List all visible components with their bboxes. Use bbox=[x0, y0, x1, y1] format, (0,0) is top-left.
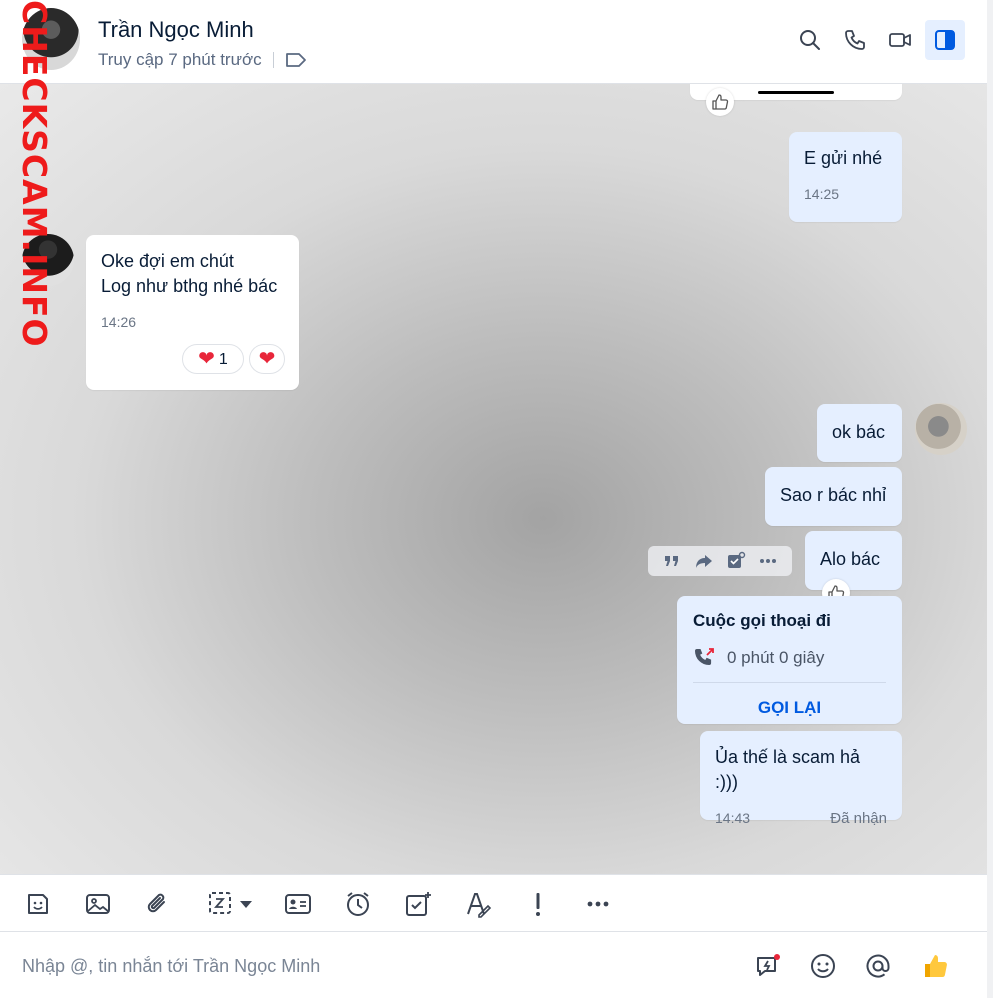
message-text: ok bác bbox=[832, 422, 886, 442]
heart-icon: ❤ bbox=[198, 348, 215, 370]
composer-toolbar bbox=[0, 874, 987, 932]
heart-icon: ❤ bbox=[258, 348, 276, 370]
add-heart-reaction-button[interactable]: ❤ bbox=[249, 344, 285, 374]
header-divider bbox=[273, 52, 274, 68]
mention-icon bbox=[866, 954, 890, 978]
message-bubble-mine[interactable]: ok bác bbox=[817, 404, 902, 462]
reminder-button[interactable] bbox=[341, 887, 375, 921]
message-text: Ủa thế là scam hả :))) bbox=[715, 747, 861, 792]
outgoing-call-icon bbox=[695, 647, 714, 665]
message-bubble-mine[interactable]: Ủa thế là scam hả :))) 14:43 Đã nhận bbox=[700, 731, 902, 827]
message-time: 14:43 bbox=[715, 810, 751, 826]
call-divider bbox=[693, 682, 886, 683]
sticker-icon bbox=[28, 894, 48, 914]
message-time: 14:26 bbox=[101, 314, 137, 330]
thumbs-up-outline-icon bbox=[712, 94, 729, 110]
text-format-button[interactable] bbox=[461, 887, 495, 921]
contact-name[interactable]: Trần Ngọc Minh bbox=[98, 17, 254, 43]
tag-icon[interactable] bbox=[285, 51, 307, 69]
task-button[interactable] bbox=[401, 887, 435, 921]
sidebar-toggle-icon bbox=[935, 30, 955, 50]
phone-icon bbox=[845, 30, 865, 50]
emoji-icon bbox=[811, 954, 835, 978]
message-time: 14:25 bbox=[804, 186, 840, 202]
call-log-bubble: Cuộc gọi thoại đi 0 phút 0 giây GỌI LẠI bbox=[677, 596, 902, 724]
composer bbox=[0, 932, 987, 998]
call-title: Cuộc gọi thoại đi bbox=[693, 611, 831, 630]
voice-call-button[interactable] bbox=[835, 20, 875, 60]
media-progress-line bbox=[758, 91, 834, 94]
more-options-icon[interactable] bbox=[758, 551, 778, 571]
window-edge bbox=[987, 0, 993, 998]
video-call-button[interactable] bbox=[880, 20, 920, 60]
attachment-button[interactable] bbox=[141, 887, 175, 921]
send-like-button[interactable] bbox=[920, 950, 952, 982]
text-format-icon bbox=[467, 893, 492, 918]
quick-message-icon bbox=[757, 954, 780, 976]
attachment-icon bbox=[147, 893, 165, 913]
screenshot-button[interactable] bbox=[201, 887, 259, 921]
conversation-info-toggle[interactable] bbox=[925, 20, 965, 60]
chevron-down-icon bbox=[240, 901, 252, 908]
mark-important-button[interactable] bbox=[521, 887, 555, 921]
forward-icon[interactable] bbox=[694, 551, 714, 571]
message-hover-toolbar bbox=[648, 546, 792, 576]
image-button[interactable] bbox=[81, 887, 115, 921]
message-text-line-2: Log như bthg nhé bác bbox=[101, 276, 278, 296]
reaction-summary[interactable]: ❤ 1 bbox=[182, 344, 244, 374]
watermark: CHECKSCAM.INFO bbox=[12, 0, 54, 348]
reminder-icon bbox=[347, 892, 369, 916]
reaction-count: 1 bbox=[218, 350, 228, 368]
message-bubble-mine[interactable]: Sao r bác nhỉ bbox=[765, 467, 902, 526]
message-list[interactable]: E gửi nhé 14:25 Oke đợi em chút Log như … bbox=[0, 84, 987, 874]
last-seen-status: Truy cập 7 phút trước bbox=[98, 50, 262, 69]
mention-button[interactable] bbox=[862, 950, 894, 982]
important-icon bbox=[536, 893, 540, 916]
call-duration: 0 phút 0 giây bbox=[727, 648, 825, 667]
delivery-status: Đã nhận bbox=[830, 810, 887, 827]
message-text: Alo bác bbox=[820, 549, 881, 569]
message-bubble-mine[interactable]: E gửi nhé 14:25 bbox=[789, 132, 902, 222]
message-bubble-theirs[interactable]: Oke đợi em chút Log như bthg nhé bác 14:… bbox=[86, 235, 299, 390]
react-button[interactable] bbox=[706, 88, 734, 116]
contact-card-button[interactable] bbox=[281, 887, 315, 921]
contact-card-icon bbox=[285, 894, 311, 914]
screenshot-icon bbox=[209, 892, 231, 914]
call-back-button[interactable]: GỌI LẠI bbox=[693, 695, 886, 720]
image-icon bbox=[86, 894, 110, 914]
thumbs-up-icon bbox=[925, 955, 947, 977]
call-info-row: 0 phút 0 giây bbox=[693, 645, 886, 670]
message-meta: 14:43 Đã nhận bbox=[715, 806, 887, 831]
chat-header: Trần Ngọc Minh Truy cập 7 phút trước bbox=[0, 0, 987, 84]
quote-icon[interactable] bbox=[662, 551, 682, 571]
search-button[interactable] bbox=[790, 20, 830, 60]
more-tools-button[interactable] bbox=[581, 887, 615, 921]
task-icon bbox=[406, 892, 431, 916]
my-avatar[interactable] bbox=[915, 403, 967, 455]
video-icon bbox=[889, 33, 911, 47]
message-text: Sao r bác nhỉ bbox=[780, 485, 887, 505]
message-input[interactable] bbox=[22, 952, 722, 980]
more-icon bbox=[587, 901, 609, 907]
message-text-line-1: Oke đợi em chút bbox=[101, 251, 234, 271]
message-bubble-mine[interactable]: Alo bác bbox=[805, 531, 902, 590]
message-text: E gửi nhé bbox=[804, 148, 883, 168]
create-task-icon[interactable] bbox=[726, 551, 746, 571]
search-icon bbox=[800, 30, 820, 50]
sticker-button[interactable] bbox=[21, 887, 55, 921]
watermark-text: CHECKSCAM.INFO bbox=[15, 0, 54, 348]
emoji-button[interactable] bbox=[807, 950, 839, 982]
quick-message-button[interactable] bbox=[752, 950, 784, 982]
